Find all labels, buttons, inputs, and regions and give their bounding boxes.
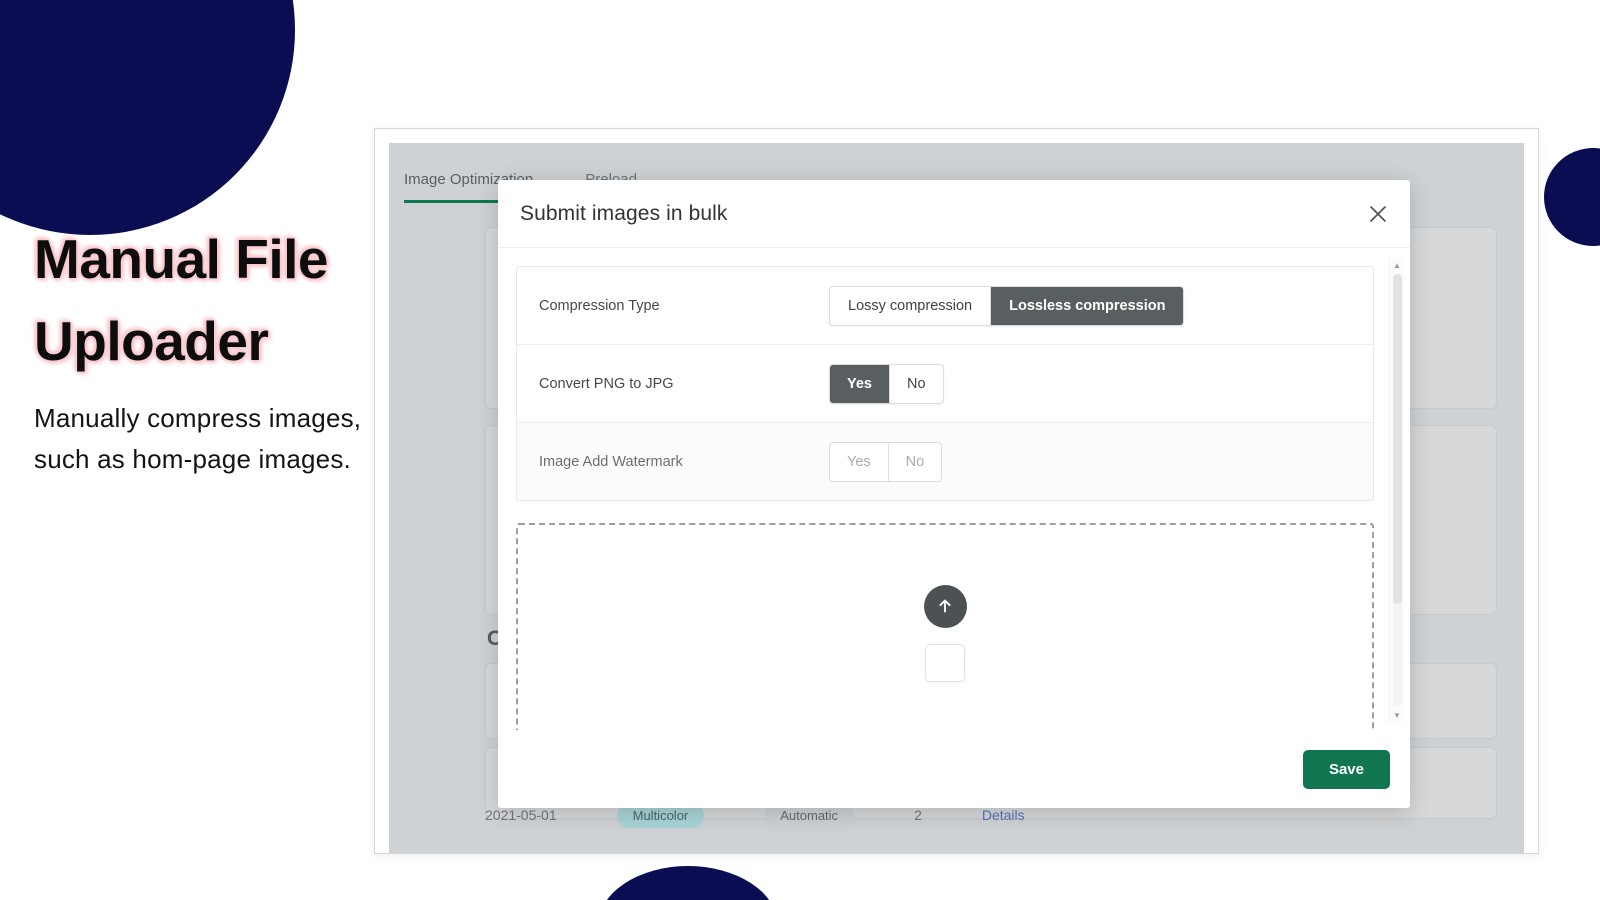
modal-title: Submit images in bulk [520,201,728,225]
screenshot-root: Manual File Uploader Manually compress i… [0,0,1600,900]
scrollbar-up-arrow-icon[interactable]: ▲ [1390,258,1404,272]
file-thumbnail-icon [925,643,965,682]
marketing-subtitle: Manually compress images, such as hom-pa… [34,403,362,474]
setting-row-compression-type: Compression Type Lossy compression Lossl… [517,267,1373,345]
segment-lossless-compression[interactable]: Lossless compression [991,286,1184,325]
modal-header: Submit images in bulk [498,180,1410,248]
settings-panel: Compression Type Lossy compression Lossl… [516,266,1374,501]
label-compression-type: Compression Type [539,297,660,314]
segment-convert-yes[interactable]: Yes [830,364,890,403]
modal-footer: Save [498,730,1410,808]
background-row-date: 2021-05-01 [485,807,557,823]
segmented-image-add-watermark[interactable]: Yes No [829,441,943,482]
setting-row-convert-png-to-jpg: Convert PNG to JPG Yes No [517,345,1373,423]
modal-scrollbar[interactable]: ▲ ▼ [1389,258,1404,722]
decorative-circle-bottom [598,866,778,900]
decorative-circle-top-left [0,0,295,235]
segment-convert-no[interactable]: No [890,364,943,403]
background-row-count: 2 [914,807,922,823]
marketing-title-line-1: Manual File [34,228,329,290]
submit-images-modal: Submit images in bulk Compression Type L… [498,180,1410,808]
segmented-compression-type[interactable]: Lossy compression Lossless compression [829,285,1185,326]
label-convert-png-to-jpg: Convert PNG to JPG [539,375,674,392]
setting-row-image-add-watermark: Image Add Watermark Yes No [517,423,1373,500]
segmented-convert-png-to-jpg[interactable]: Yes No [829,363,944,404]
marketing-title-line-2: Uploader [34,310,269,372]
decorative-circle-right [1544,148,1600,246]
upload-arrow-icon[interactable] [923,584,967,628]
segment-watermark-no[interactable]: No [888,442,942,481]
label-image-add-watermark: Image Add Watermark [539,453,683,470]
file-upload-dropzone[interactable] [516,523,1374,730]
scrollbar-thumb[interactable] [1392,274,1402,604]
save-button[interactable]: Save [1302,749,1390,789]
close-icon[interactable] [1362,198,1394,230]
modal-body: Compression Type Lossy compression Lossl… [498,248,1410,730]
marketing-title: Manual File Uploader [34,218,374,382]
segment-lossy-compression[interactable]: Lossy compression [830,286,992,325]
marketing-copy: Manual File Uploader Manually compress i… [34,218,374,480]
background-row-details-link[interactable]: Details [982,807,1025,823]
segment-watermark-yes[interactable]: Yes [830,442,889,481]
scrollbar-track[interactable] [1392,274,1402,706]
scrollbar-down-arrow-icon[interactable]: ▼ [1390,708,1404,722]
